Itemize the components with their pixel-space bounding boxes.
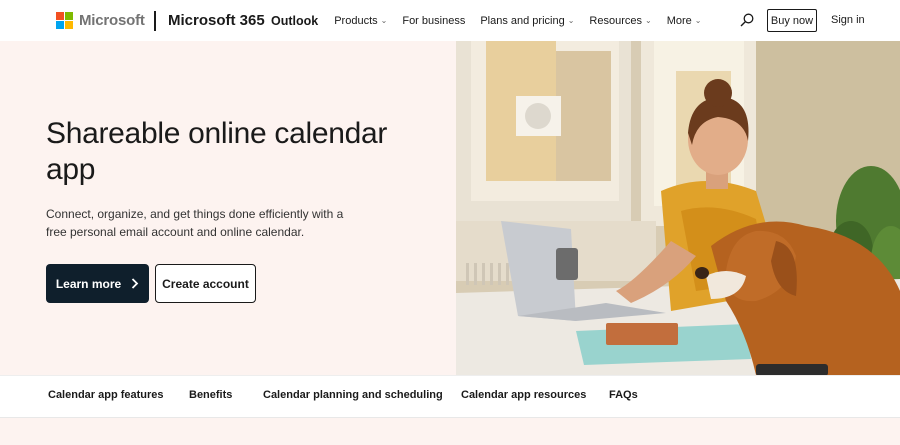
create-account-button[interactable]: Create account (155, 264, 256, 303)
tab-faqs[interactable]: FAQs (609, 389, 638, 401)
product-name[interactable]: Microsoft 365 (168, 12, 265, 29)
learn-more-label: Learn more (55, 276, 122, 291)
header-divider (154, 11, 156, 31)
hero-image (456, 41, 900, 375)
nav-for-business[interactable]: For business (402, 15, 465, 27)
nav-outlook[interactable]: Outlook (271, 14, 318, 28)
nav-plans-and-pricing[interactable]: Plans and pricing ⌄ (480, 15, 574, 27)
search-icon[interactable] (740, 13, 754, 27)
tab-calendar-app-resources[interactable]: Calendar app resources (461, 389, 586, 401)
buy-now-button[interactable]: Buy now (767, 9, 817, 32)
page-title: Shareable online calendar app (46, 117, 388, 186)
brand-name: Microsoft (79, 12, 145, 29)
microsoft-logo-icon (56, 12, 73, 29)
next-section-band (0, 418, 900, 445)
chevron-down-icon: ⌄ (380, 15, 388, 25)
chevron-down-icon: ⌄ (645, 15, 652, 25)
microsoft-logo[interactable]: Microsoft (56, 12, 145, 29)
learn-more-button[interactable]: Learn more (46, 264, 149, 303)
nav-resources[interactable]: Resources ⌄ (589, 15, 651, 27)
nav-for-business-label: For business (402, 15, 466, 27)
nav-plans-label: Plans and pricing (480, 15, 565, 27)
nav-resources-label: Resources (589, 15, 642, 27)
tab-calendar-app-features[interactable]: Calendar app features (48, 389, 164, 401)
site-header: Microsoft Microsoft 365 Outlook Products… (0, 0, 900, 41)
hero-subtitle: Connect, organize, and get things done e… (46, 207, 344, 239)
nav-outlook-label: Outlook (271, 14, 319, 28)
chevron-right-icon (132, 278, 139, 289)
nav-products-label: Products (334, 15, 378, 27)
woman-with-laptop-and-dog-image (456, 41, 900, 375)
tab-calendar-planning-and-scheduling[interactable]: Calendar planning and scheduling (263, 389, 443, 401)
nav-more-label: More (666, 15, 692, 27)
sign-in-link[interactable]: Sign in (831, 14, 865, 26)
chevron-down-icon: ⌄ (694, 15, 702, 25)
tab-benefits[interactable]: Benefits (189, 389, 232, 401)
nav-products[interactable]: Products ⌄ (334, 15, 387, 27)
section-tab-bar: Calendar app features Benefits Calendar … (0, 375, 900, 418)
nav-more[interactable]: More ⌄ (667, 15, 702, 27)
main-nav: Outlook Products ⌄ For business Plans an… (271, 14, 716, 28)
chevron-down-icon: ⌄ (567, 15, 575, 25)
